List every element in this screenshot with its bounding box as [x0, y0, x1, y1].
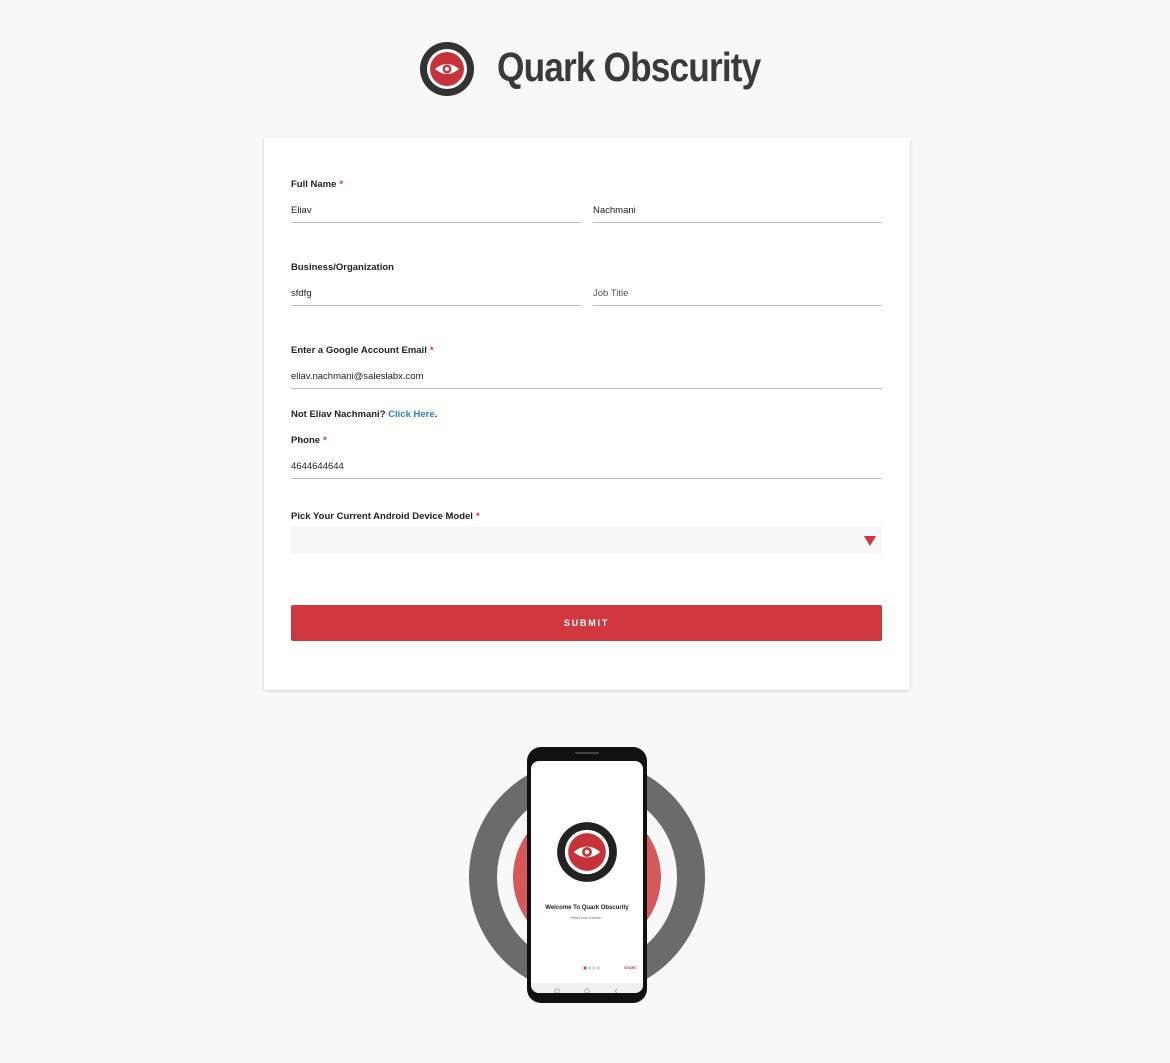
required-mark: *: [339, 179, 344, 190]
last-name-input[interactable]: [593, 200, 882, 220]
device-label: Pick Your Current Android Device Model *: [291, 511, 480, 522]
last-name-field[interactable]: [593, 200, 882, 223]
email-input[interactable]: [291, 366, 882, 386]
phone-start-label: START: [623, 965, 637, 970]
brand-name: Quark Obscurity: [497, 44, 761, 90]
first-name-input[interactable]: [291, 200, 580, 220]
phone-label-text: Phone: [291, 435, 321, 446]
phone-speaker: [575, 752, 599, 754]
required-mark: *: [323, 435, 327, 446]
phone-input[interactable]: [291, 456, 882, 476]
phone-field[interactable]: [291, 456, 882, 479]
caret-down-icon: [864, 536, 876, 546]
required-mark: *: [429, 345, 434, 356]
job-title-input[interactable]: [593, 283, 882, 303]
phone-nav-bar: [531, 983, 643, 993]
phone-mockup: Welcome To Quark Obscurity Here's how it…: [527, 747, 647, 1003]
phone-welcome-subtitle: Here's how it works...: [570, 916, 604, 920]
business-label: Business/Organization: [291, 262, 394, 273]
device-label-text: Pick Your Current Android Device Model: [291, 511, 473, 522]
required-mark: *: [475, 511, 480, 522]
full-name-label-text: Full Name: [291, 179, 337, 190]
email-label: Enter a Google Account Email *: [291, 345, 434, 356]
organization-field[interactable]: [291, 283, 580, 306]
registration-form: Full Name* Business/Organization Enter a…: [264, 138, 910, 690]
phone-welcome-title: Welcome To Quark Obscurity: [545, 905, 629, 911]
header: Quark Obscurity: [0, 0, 1170, 130]
not-you-suffix: .: [434, 409, 438, 420]
submit-button[interactable]: SUBMIT: [291, 605, 882, 641]
device-model-select[interactable]: [291, 527, 882, 553]
phone-screen: Welcome To Quark Obscurity Here's how it…: [531, 761, 643, 993]
click-here-link[interactable]: Click Here: [388, 409, 434, 420]
eye-icon: [420, 42, 474, 96]
eye-icon: [557, 822, 617, 882]
organization-input[interactable]: [291, 283, 580, 303]
full-name-label: Full Name *: [291, 179, 343, 190]
phone-label: Phone *: [291, 435, 327, 446]
job-title-field[interactable]: [593, 283, 882, 306]
email-label-text: Enter a Google Account Email: [291, 345, 427, 356]
not-you-prefix: Not Eliav Nachmani?: [291, 409, 386, 420]
phone-illustration: Welcome To Quark Obscurity Here's how it…: [469, 745, 706, 1005]
email-field[interactable]: [291, 366, 882, 389]
first-name-field[interactable]: [291, 200, 580, 223]
nav-buttons-icon: [554, 988, 618, 993]
not-you-text: Not Eliav Nachmani? Click Here.: [291, 409, 437, 420]
pagination-dots-icon: [583, 966, 600, 970]
